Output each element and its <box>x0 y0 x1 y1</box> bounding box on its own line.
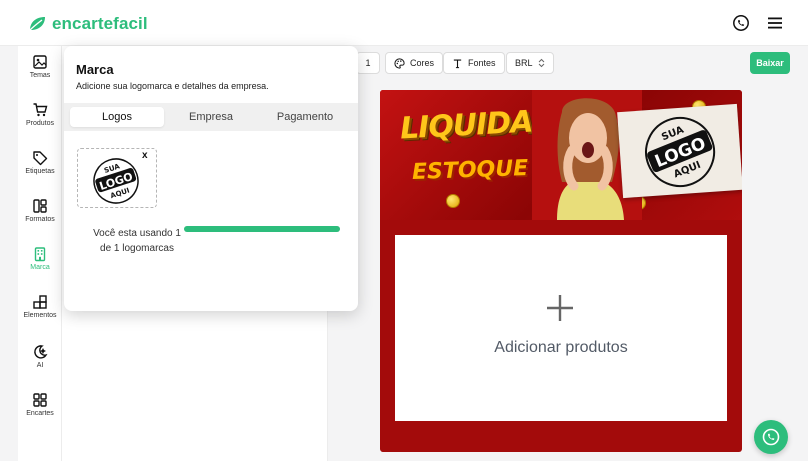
chevron-updown-icon <box>538 58 544 68</box>
menu-icon[interactable] <box>766 14 784 32</box>
sidebar-item-marca[interactable]: Marca <box>18 244 62 284</box>
logo-placeholder-card: SUA LOGO AQUI <box>617 103 742 199</box>
popup-tabs: Logos Empresa Pagamento <box>64 103 358 131</box>
remove-logo-button[interactable]: x <box>142 150 148 161</box>
currency-value: BRL <box>515 58 533 68</box>
sidebar-item-encartes[interactable]: Encartes <box>18 390 62 430</box>
shapes-icon <box>33 295 47 309</box>
sidebar-item-label: AI <box>36 362 44 369</box>
plus-icon <box>547 295 573 321</box>
palette-icon <box>394 57 405 69</box>
headline-bottom: ESTOQUE <box>411 155 529 186</box>
sidebar-item-ai[interactable]: AI <box>18 342 62 382</box>
brand-logo[interactable]: encartefacil <box>28 14 148 34</box>
usage-text: Você esta usando 1 de 1 logomarcas <box>82 226 192 256</box>
popup-subtitle: Adicione sua logomarca e detalhes da emp… <box>76 81 269 91</box>
grid-icon <box>33 393 47 407</box>
currency-select[interactable]: BRL <box>506 52 554 74</box>
sidebar-item-label: Elementos <box>23 312 57 319</box>
page-count: 1 <box>365 58 371 68</box>
sidebar-item-formatos[interactable]: Formatos <box>18 196 62 236</box>
brand-name: encartefacil <box>52 14 148 33</box>
sidebar-item-label: Temas <box>29 72 51 79</box>
usage-line-1: Você esta usando 1 <box>93 228 181 239</box>
usage-progress-fill <box>184 226 340 232</box>
headline-top: LIQUIDA <box>399 104 534 147</box>
sidebar-item-elementos[interactable]: Elementos <box>18 292 62 332</box>
building-icon <box>34 247 46 262</box>
fonts-label: Fontes <box>468 58 496 68</box>
page-count-button[interactable]: 1 <box>356 52 380 74</box>
cart-icon <box>33 103 48 117</box>
sidebar-item-label: Marca <box>30 264 50 271</box>
sidebar-item-etiquetas[interactable]: Etiquetas <box>18 148 62 188</box>
tab-pagamento[interactable]: Pagamento <box>258 107 352 127</box>
sidebar-item-produtos[interactable]: Produtos <box>18 100 62 140</box>
sidebar: Temas Produtos Etiquetas Formatos Marca … <box>18 46 62 461</box>
ai-icon <box>34 345 48 359</box>
tag-icon <box>33 151 48 166</box>
layout-icon <box>33 199 47 213</box>
whatsapp-fab[interactable] <box>754 420 788 454</box>
add-products-label: Adicionar produtos <box>494 339 628 356</box>
top-header: encartefacil <box>0 0 808 46</box>
usage-line-2: de 1 logomarcas <box>100 243 174 254</box>
fonts-button[interactable]: Fontes <box>443 52 505 74</box>
text-icon <box>453 58 462 68</box>
sidebar-item-label: Etiquetas <box>25 168 55 175</box>
sidebar-item-label: Encartes <box>26 410 54 417</box>
sidebar-item-temas[interactable]: Temas <box>18 52 62 92</box>
usage-progress-bar <box>184 226 340 232</box>
sidebar-item-label: Formatos <box>25 216 55 223</box>
logo-stamp: SUA LOGO AQUI <box>645 116 716 187</box>
leaf-icon <box>28 17 45 32</box>
colors-label: Cores <box>410 58 435 68</box>
flyer-canvas[interactable]: LIQUIDA ESTOQUE SUA LOGO AQUI Adicionar … <box>380 90 742 452</box>
colors-button[interactable]: Cores <box>385 52 444 74</box>
download-button[interactable]: Baixar <box>750 52 790 74</box>
popup-title: Marca <box>76 62 114 77</box>
flyer-banner: LIQUIDA ESTOQUE SUA LOGO AQUI <box>380 90 742 220</box>
tab-empresa[interactable]: Empresa <box>164 107 258 127</box>
tab-logos[interactable]: Logos <box>70 107 164 127</box>
image-icon <box>33 55 47 69</box>
sidebar-item-label: Produtos <box>25 120 55 127</box>
add-products-area[interactable]: Adicionar produtos <box>395 235 727 421</box>
whatsapp-icon[interactable] <box>732 14 750 32</box>
brand-popup: Marca Adicione sua logomarca e detalhes … <box>64 46 358 311</box>
whatsapp-icon <box>762 428 780 446</box>
coin-icon <box>446 194 460 208</box>
